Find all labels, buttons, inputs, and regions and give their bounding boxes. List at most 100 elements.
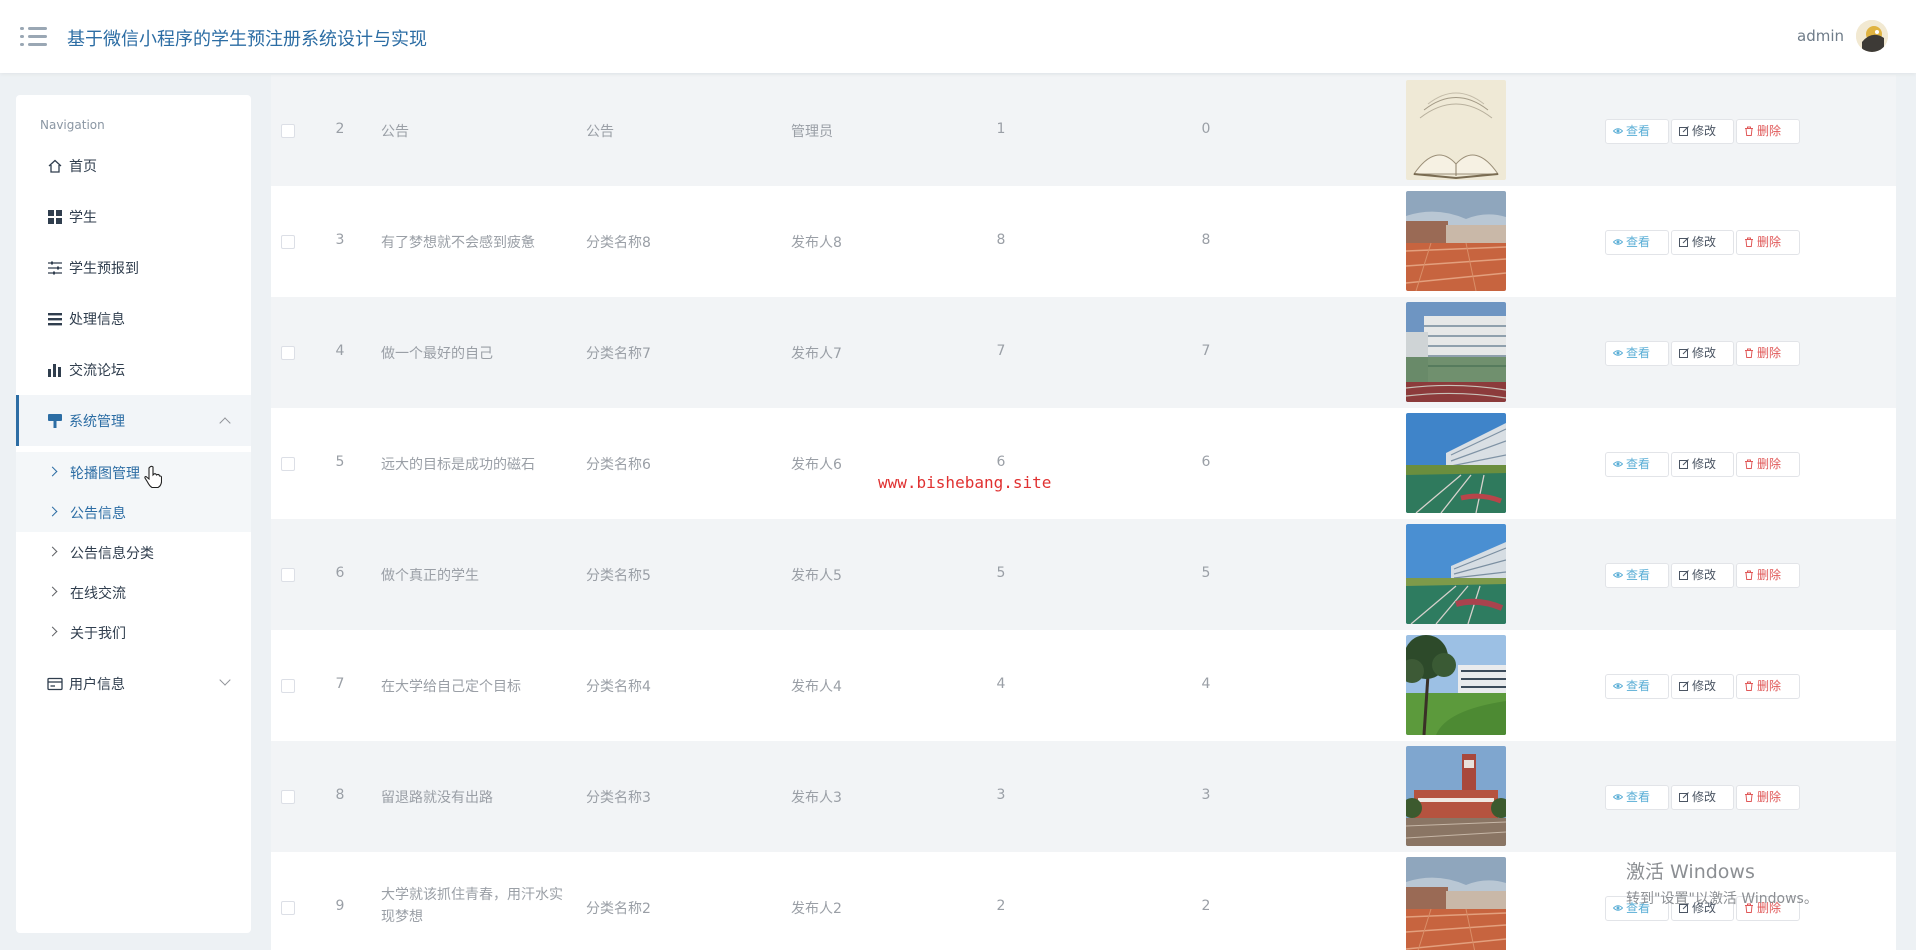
table-row: 6 做个真正的学生 分类名称5 发布人5 5 5 查看 修改 删除 <box>271 519 1896 630</box>
bar-chart-icon <box>48 364 61 377</box>
delete-button-label: 删除 <box>1757 457 1782 471</box>
row-checkbox[interactable] <box>281 679 295 693</box>
sidebar-item-label: 用户信息 <box>69 677 125 693</box>
submenu-item-about-us[interactable]: 关于我们 <box>16 612 251 652</box>
submenu-item-notice[interactable]: 公告信息 <box>16 492 251 532</box>
delete-button-label: 删除 <box>1757 679 1782 693</box>
chevron-right-icon <box>47 466 58 477</box>
edit-button[interactable]: 修改 <box>1671 563 1734 588</box>
top-header: 基于微信小程序的学生预注册系统设计与实现 admin <box>0 0 1916 73</box>
view-button[interactable]: 查看 <box>1605 674 1669 699</box>
view-button-label: 查看 <box>1626 235 1651 249</box>
trash-icon <box>1745 570 1753 580</box>
sidebar-item-students[interactable]: 学生 <box>16 191 251 242</box>
edit-button[interactable]: 修改 <box>1671 674 1734 699</box>
sidebar-item-label: 系统管理 <box>69 414 125 430</box>
row-checkbox[interactable] <box>281 124 295 138</box>
table-row: 7 在大学给自己定个目标 分类名称4 发布人4 4 4 查看 修改 删除 <box>271 630 1896 741</box>
view-button[interactable]: 查看 <box>1605 452 1669 477</box>
row-count-1: 4 <box>996 676 1006 692</box>
row-category: 分类名称8 <box>586 235 651 251</box>
eye-icon <box>1613 683 1623 689</box>
submenu-item-label: 在线交流 <box>70 586 126 602</box>
delete-button[interactable]: 删除 <box>1736 674 1800 699</box>
row-checkbox[interactable] <box>281 457 295 471</box>
sidebar-item-label: 学生预报到 <box>69 261 139 277</box>
user-name[interactable]: admin <box>1797 27 1844 45</box>
delete-button[interactable]: 删除 <box>1736 563 1800 588</box>
chevron-right-icon <box>47 586 58 597</box>
row-title: 远大的目标是成功的磁石 <box>381 457 535 473</box>
sidebar-item-system-management[interactable]: 系统管理 <box>16 395 251 446</box>
site-watermark: www.bishebang.site <box>878 473 1052 492</box>
row-checkbox[interactable] <box>281 901 295 915</box>
sidebar-item-label: 学生 <box>69 210 97 226</box>
row-checkbox[interactable] <box>281 568 295 582</box>
row-title: 有了梦想就不会感到疲惫 <box>381 235 535 251</box>
view-button[interactable]: 查看 <box>1605 119 1669 144</box>
edit-button[interactable]: 修改 <box>1671 230 1734 255</box>
row-checkbox[interactable] <box>281 790 295 804</box>
delete-button[interactable]: 删除 <box>1736 230 1800 255</box>
sidebar-item-forum[interactable]: 交流论坛 <box>16 344 251 395</box>
edit-button[interactable]: 修改 <box>1671 119 1734 144</box>
thumbnail-image <box>1406 413 1506 513</box>
sidebar-item-pre-register[interactable]: 学生预报到 <box>16 242 251 293</box>
row-count-2: 0 <box>1201 121 1211 137</box>
submenu-item-label: 轮播图管理 <box>70 466 140 482</box>
row-checkbox[interactable] <box>281 235 295 249</box>
row-checkbox[interactable] <box>281 346 295 360</box>
submenu-item-online-chat[interactable]: 在线交流 <box>16 572 251 612</box>
thumbnail-image <box>1406 635 1506 735</box>
table-row: 2 公告 公告 管理员 1 0 查看 修改 删除 <box>271 75 1896 186</box>
row-category: 公告 <box>586 124 614 140</box>
view-button[interactable]: 查看 <box>1605 563 1669 588</box>
row-count-1: 2 <box>996 898 1006 914</box>
sidebar-item-process-info[interactable]: 处理信息 <box>16 293 251 344</box>
row-count-1: 6 <box>996 454 1006 470</box>
edit-icon <box>1679 348 1689 358</box>
sidebar-item-home[interactable]: 首页 <box>16 140 251 191</box>
view-button[interactable]: 查看 <box>1605 230 1669 255</box>
edit-button[interactable]: 修改 <box>1671 452 1734 477</box>
view-button[interactable]: 查看 <box>1605 341 1669 366</box>
delete-button[interactable]: 删除 <box>1736 452 1800 477</box>
table-row: 3 有了梦想就不会感到疲惫 分类名称8 发布人8 8 8 查看 修改 删除 <box>271 186 1896 297</box>
view-button[interactable]: 查看 <box>1605 785 1669 810</box>
row-publisher: 管理员 <box>791 124 833 140</box>
delete-button-label: 删除 <box>1757 235 1782 249</box>
row-index: 9 <box>335 898 345 914</box>
view-button-label: 查看 <box>1626 679 1651 693</box>
edit-button-label: 修改 <box>1692 457 1717 471</box>
row-publisher: 发布人6 <box>791 457 842 473</box>
sliders-icon <box>48 261 62 275</box>
row-count-2: 2 <box>1201 898 1211 914</box>
sidebar-item-user-info[interactable]: 用户信息 <box>16 658 251 709</box>
menu-toggle-icon[interactable] <box>20 25 47 49</box>
home-icon <box>48 159 62 173</box>
edit-button-label: 修改 <box>1692 346 1717 360</box>
row-publisher: 发布人8 <box>791 235 842 251</box>
eye-icon <box>1613 572 1623 578</box>
delete-button[interactable]: 删除 <box>1736 341 1800 366</box>
avatar[interactable] <box>1856 20 1888 52</box>
delete-button[interactable]: 删除 <box>1736 119 1800 144</box>
nav-caption: Navigation <box>40 118 105 132</box>
row-title: 在大学给自己定个目标 <box>381 679 521 695</box>
edit-button[interactable]: 修改 <box>1671 785 1734 810</box>
delete-button[interactable]: 删除 <box>1736 785 1800 810</box>
edit-button[interactable]: 修改 <box>1671 341 1734 366</box>
row-index: 5 <box>335 454 345 470</box>
list-icon <box>48 313 62 326</box>
chevron-right-icon <box>47 626 58 637</box>
row-count-1: 8 <box>996 232 1006 248</box>
row-index: 7 <box>335 676 345 692</box>
sidebar-item-label: 首页 <box>69 159 97 175</box>
submenu-item-notice-category[interactable]: 公告信息分类 <box>16 532 251 572</box>
id-card-icon <box>47 677 63 691</box>
edit-button-label: 修改 <box>1692 568 1717 582</box>
submenu-item-label: 关于我们 <box>70 626 126 642</box>
row-count-1: 1 <box>996 121 1006 137</box>
trash-icon <box>1745 237 1753 247</box>
submenu-item-carousel[interactable]: 轮播图管理 <box>16 452 251 492</box>
